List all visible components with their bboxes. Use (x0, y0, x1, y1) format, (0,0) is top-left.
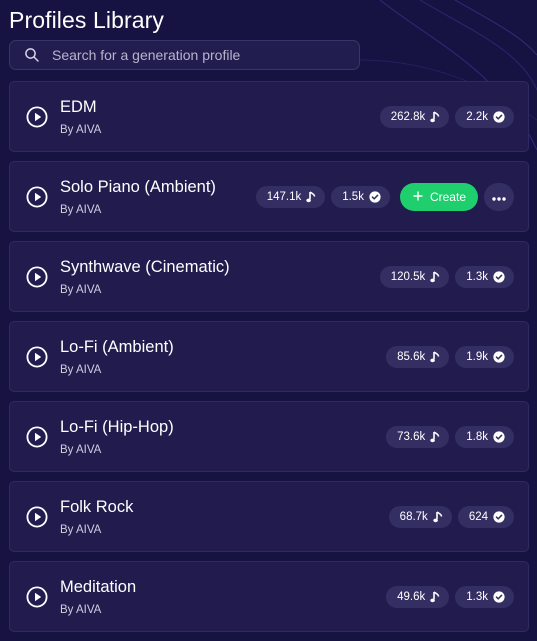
profile-name: Meditation (60, 577, 137, 596)
create-button[interactable]: Create (399, 182, 478, 211)
search-bar[interactable] (9, 40, 360, 70)
profile-card[interactable]: Folk Rock By AIVA 68.7k 624 (9, 481, 529, 552)
likes-count-badge: 624 (457, 505, 514, 528)
plays-count-badge: 85.6k (386, 345, 450, 368)
search-icon (24, 47, 40, 63)
profile-author: By AIVA (60, 203, 102, 216)
likes-count: 2.2k (466, 110, 488, 123)
plays-count: 49.6k (397, 590, 426, 603)
likes-count: 1.3k (466, 270, 488, 283)
music-note-icon (430, 590, 440, 603)
plays-count: 262.8k (390, 110, 426, 123)
plays-count-badge: 120.5k (379, 265, 450, 288)
likes-count-badge: 1.3k (455, 265, 514, 288)
music-note-icon (430, 350, 440, 363)
profile-author: By AIVA (60, 443, 102, 456)
profile-name: Lo-Fi (Ambient) (60, 337, 174, 356)
more-horizontal-icon (492, 188, 506, 206)
play-icon[interactable] (26, 185, 48, 208)
likes-count-badge: 2.2k (455, 105, 514, 128)
check-circle-icon (493, 270, 505, 283)
music-note-icon (430, 430, 440, 443)
likes-count: 1.3k (466, 590, 488, 603)
check-circle-icon (493, 110, 505, 123)
check-circle-icon (493, 430, 505, 443)
plays-count-badge: 262.8k (379, 105, 450, 128)
profile-card[interactable]: Solo Piano (Ambient) By AIVA 147.1k 1.5k… (9, 161, 529, 232)
plays-count-badge: 147.1k (255, 185, 326, 208)
likes-count-badge: 1.5k (331, 185, 390, 208)
profile-card[interactable]: EDM By AIVA 262.8k 2.2k (9, 81, 529, 152)
plays-count: 73.6k (397, 430, 426, 443)
profile-name: Lo-Fi (Hip-Hop) (60, 417, 174, 436)
music-note-icon (433, 510, 443, 523)
profile-card[interactable]: Synthwave (Cinematic) By AIVA 120.5k 1.3… (9, 241, 529, 312)
music-note-icon (430, 110, 440, 123)
check-circle-icon (493, 350, 505, 363)
plays-count-badge: 68.7k (388, 505, 452, 528)
likes-count: 1.5k (342, 190, 364, 203)
likes-count-badge: 1.3k (455, 585, 514, 608)
plays-count-badge: 49.6k (386, 585, 450, 608)
check-circle-icon (493, 510, 505, 523)
profile-author: By AIVA (60, 283, 102, 296)
profile-name: Solo Piano (Ambient) (60, 177, 216, 196)
likes-count-badge: 1.8k (455, 425, 514, 448)
likes-count-badge: 1.9k (455, 345, 514, 368)
profiles-page: Profiles Library EDM By AIVA 262.8k (0, 0, 537, 632)
profile-author: By AIVA (60, 363, 102, 376)
search-input[interactable] (52, 47, 342, 63)
more-options-button[interactable] (484, 182, 514, 211)
plays-count: 120.5k (390, 270, 426, 283)
plays-count: 68.7k (399, 510, 428, 523)
profile-author: By AIVA (60, 603, 102, 616)
play-icon[interactable] (26, 425, 48, 448)
play-icon[interactable] (26, 505, 48, 528)
create-button-label: Create (429, 189, 466, 204)
profile-card[interactable]: Lo-Fi (Ambient) By AIVA 85.6k 1.9k (9, 321, 529, 392)
play-icon[interactable] (26, 265, 48, 288)
plays-count: 85.6k (397, 350, 426, 363)
plays-count-badge: 73.6k (386, 425, 450, 448)
profile-name: Folk Rock (60, 497, 134, 516)
music-note-icon (306, 190, 316, 203)
likes-count: 624 (468, 510, 488, 523)
plays-count: 147.1k (266, 190, 302, 203)
check-circle-icon (493, 590, 505, 603)
play-icon[interactable] (26, 105, 48, 128)
profile-name: Synthwave (Cinematic) (60, 257, 230, 276)
profile-name: EDM (60, 97, 97, 116)
page-title: Profiles Library (9, 7, 164, 33)
likes-count: 1.8k (466, 430, 488, 443)
likes-count: 1.9k (466, 350, 488, 363)
music-note-icon (430, 270, 440, 283)
check-circle-icon (369, 190, 381, 203)
profile-card[interactable]: Meditation By AIVA 49.6k 1.3k (9, 561, 529, 632)
profile-author: By AIVA (60, 523, 102, 536)
play-icon[interactable] (26, 345, 48, 368)
plus-icon (413, 190, 423, 204)
profile-card[interactable]: Lo-Fi (Hip-Hop) By AIVA 73.6k 1.8k (9, 401, 529, 472)
profile-author: By AIVA (60, 123, 102, 136)
profiles-list: EDM By AIVA 262.8k 2.2k Solo Piano (Ambi… (9, 81, 529, 632)
play-icon[interactable] (26, 585, 48, 608)
